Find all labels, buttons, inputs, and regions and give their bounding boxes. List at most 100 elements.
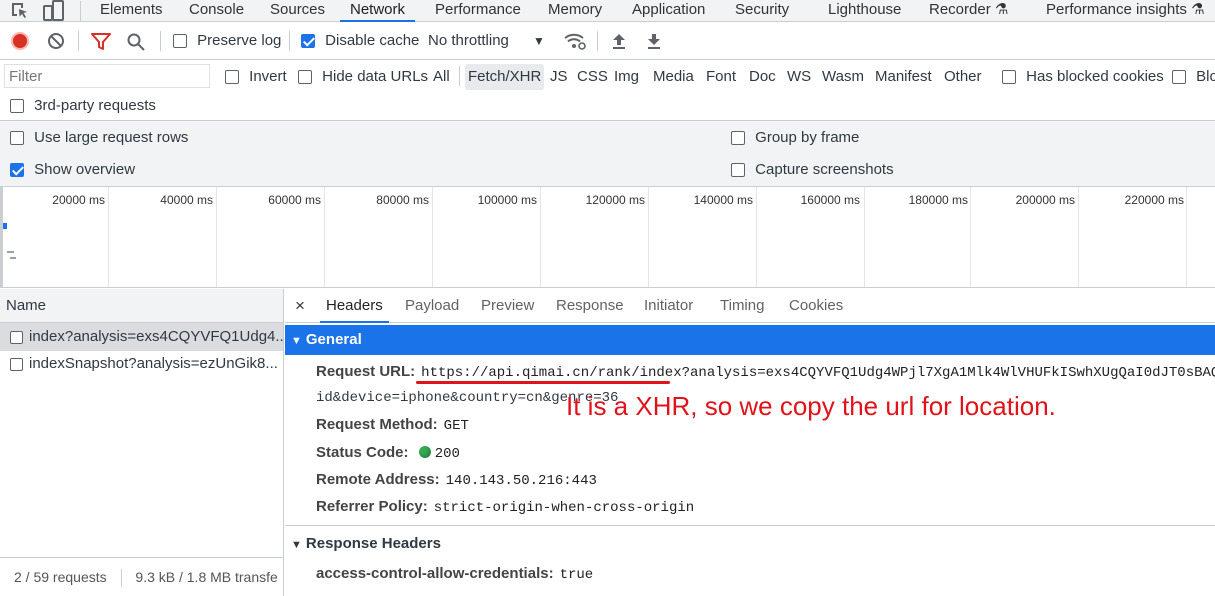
blocked-requests-checkbox[interactable]: Blo xyxy=(1172,65,1215,89)
status-ok-icon xyxy=(418,446,431,458)
name-column-header[interactable]: Name xyxy=(0,289,283,323)
type-filter-other[interactable]: Other xyxy=(941,64,985,90)
capture-screenshots-checkbox[interactable]: Capture screenshots xyxy=(731,158,894,182)
type-filter-img[interactable]: Img xyxy=(611,64,642,90)
overview-start-handle[interactable] xyxy=(0,187,3,287)
show-overview-checkbox[interactable]: Show overview xyxy=(10,158,135,182)
tab-lighthouse[interactable]: Lighthouse xyxy=(828,0,901,22)
preserve-log-checkbox[interactable]: Preserve log xyxy=(173,32,281,49)
type-filter-wasm[interactable]: Wasm xyxy=(819,64,867,90)
tab-payload[interactable]: Payload xyxy=(405,289,459,323)
overview-request-bar xyxy=(3,223,7,229)
type-filter-css[interactable]: CSS xyxy=(574,64,611,90)
general-section-header[interactable]: ▼ General xyxy=(285,325,1215,355)
checkbox-icon xyxy=(225,70,239,85)
divider xyxy=(160,31,161,51)
experiment-flask-icon: ⚗ xyxy=(1191,1,1205,18)
tab-initiator[interactable]: Initiator xyxy=(644,289,693,323)
overview-tick: 180000 ms xyxy=(908,193,968,207)
tab-elements[interactable]: Elements xyxy=(100,0,163,22)
type-filter-ws[interactable]: WS xyxy=(784,64,814,90)
disable-cache-checkbox[interactable]: Disable cache xyxy=(301,32,419,49)
request-status-bar: 2 / 59 requests 9.3 kB / 1.8 MB transfe xyxy=(0,557,283,596)
filter-input[interactable] xyxy=(4,64,210,88)
group-by-frame-label: Group by frame xyxy=(755,129,860,146)
tab-sources[interactable]: Sources xyxy=(270,0,325,22)
hide-data-urls-label: Hide data URLs xyxy=(322,68,429,85)
tab-memory[interactable]: Memory xyxy=(548,0,602,22)
gridline xyxy=(648,187,649,287)
response-headers-section-header[interactable]: ▼ Response Headers xyxy=(291,532,441,556)
clear-button[interactable] xyxy=(46,31,66,55)
type-filter-manifest[interactable]: Manifest xyxy=(872,64,935,90)
capture-screenshots-label: Capture screenshots xyxy=(755,161,894,178)
type-filter-media[interactable]: Media xyxy=(650,64,697,90)
divider xyxy=(459,66,460,86)
divider xyxy=(597,31,598,51)
response-headers-title: Response Headers xyxy=(305,535,441,552)
type-filter-fetch-xhr[interactable]: Fetch/XHR xyxy=(465,64,545,90)
tab-performance[interactable]: Performance xyxy=(435,0,521,22)
throttling-select[interactable]: No throttling ▼ xyxy=(428,32,545,49)
wifi-settings-icon xyxy=(564,33,586,50)
search-button[interactable] xyxy=(126,32,146,56)
tab-response[interactable]: Response xyxy=(556,289,624,323)
divider xyxy=(289,31,290,51)
type-filter-all[interactable]: All xyxy=(430,64,453,90)
record-button[interactable] xyxy=(11,32,29,54)
request-method-value: GET xyxy=(443,418,469,434)
request-list-panel: Name index?analysis=exs4CQYVFQ1Udg4... i… xyxy=(0,289,284,596)
overview-tick: 40000 ms xyxy=(160,193,213,207)
tab-cookies[interactable]: Cookies xyxy=(789,289,843,323)
inspect-element-icon[interactable] xyxy=(8,0,38,22)
type-filter-js[interactable]: JS xyxy=(547,64,571,90)
device-toolbar-icon[interactable] xyxy=(42,0,72,22)
import-har-button[interactable] xyxy=(610,31,628,55)
type-filter-font[interactable]: Font xyxy=(703,64,739,90)
filter-toggle-button[interactable] xyxy=(90,32,112,56)
gridline xyxy=(756,187,757,287)
checkbox-icon xyxy=(298,70,312,85)
divider xyxy=(120,569,122,588)
request-row[interactable]: indexSnapshot?analysis=ezUnGik8... xyxy=(0,350,283,378)
network-conditions-button[interactable] xyxy=(563,31,587,55)
hide-data-urls-checkbox[interactable]: Hide data URLs xyxy=(298,65,428,89)
tab-performance-insights-label: Performance insights xyxy=(1046,1,1187,18)
tab-application[interactable]: Application xyxy=(632,0,705,22)
overview-tick: 220000 ms xyxy=(1124,193,1184,207)
network-toolbar: Preserve log Disable cache No throttling… xyxy=(0,22,1215,60)
tab-console[interactable]: Console xyxy=(189,0,244,22)
tab-security[interactable]: Security xyxy=(735,0,789,22)
experiment-flask-icon: ⚗ xyxy=(994,1,1009,18)
tab-headers[interactable]: Headers xyxy=(320,289,389,323)
disable-cache-label: Disable cache xyxy=(325,32,420,49)
tab-performance-insights[interactable]: Performance insights ⚗ xyxy=(1046,0,1205,22)
filter-bar: Invert Hide data URLs All Fetch/XHR JS C… xyxy=(0,60,1215,93)
status-code-row: Status Code: 200 xyxy=(316,441,460,465)
request-row[interactable]: index?analysis=exs4CQYVFQ1Udg4... xyxy=(0,323,283,351)
tab-network[interactable]: Network xyxy=(340,0,416,22)
large-rows-checkbox[interactable]: Use large request rows xyxy=(10,126,188,150)
tab-preview[interactable]: Preview xyxy=(481,289,534,323)
export-har-button[interactable] xyxy=(645,31,663,55)
has-blocked-cookies-label: Has blocked cookies xyxy=(1026,68,1164,85)
overview-tick: 60000 ms xyxy=(268,193,321,207)
invert-checkbox[interactable]: Invert xyxy=(225,65,287,89)
has-blocked-cookies-checkbox[interactable]: Has blocked cookies xyxy=(1002,65,1164,89)
status-code-label: Status Code: xyxy=(316,444,409,461)
checkbox-icon xyxy=(731,163,745,178)
overview-tick: 160000 ms xyxy=(800,193,860,207)
throttling-value: No throttling xyxy=(428,32,509,49)
tab-recorder[interactable]: Recorder ⚗ xyxy=(929,0,1008,22)
group-by-frame-checkbox[interactable]: Group by frame xyxy=(731,126,859,150)
network-overview-timeline[interactable]: 20000 ms 40000 ms 60000 ms 80000 ms 1000… xyxy=(0,187,1215,288)
divider xyxy=(78,31,79,51)
gridline xyxy=(216,187,217,287)
third-party-checkbox[interactable]: 3rd-party requests xyxy=(10,94,156,118)
close-icon[interactable]: × xyxy=(295,289,305,323)
request-name: indexSnapshot?analysis=ezUnGik8... xyxy=(29,355,278,372)
checkbox-icon xyxy=(731,131,745,146)
acac-value: true xyxy=(559,567,594,583)
tab-timing[interactable]: Timing xyxy=(720,289,764,323)
type-filter-doc[interactable]: Doc xyxy=(746,64,779,90)
